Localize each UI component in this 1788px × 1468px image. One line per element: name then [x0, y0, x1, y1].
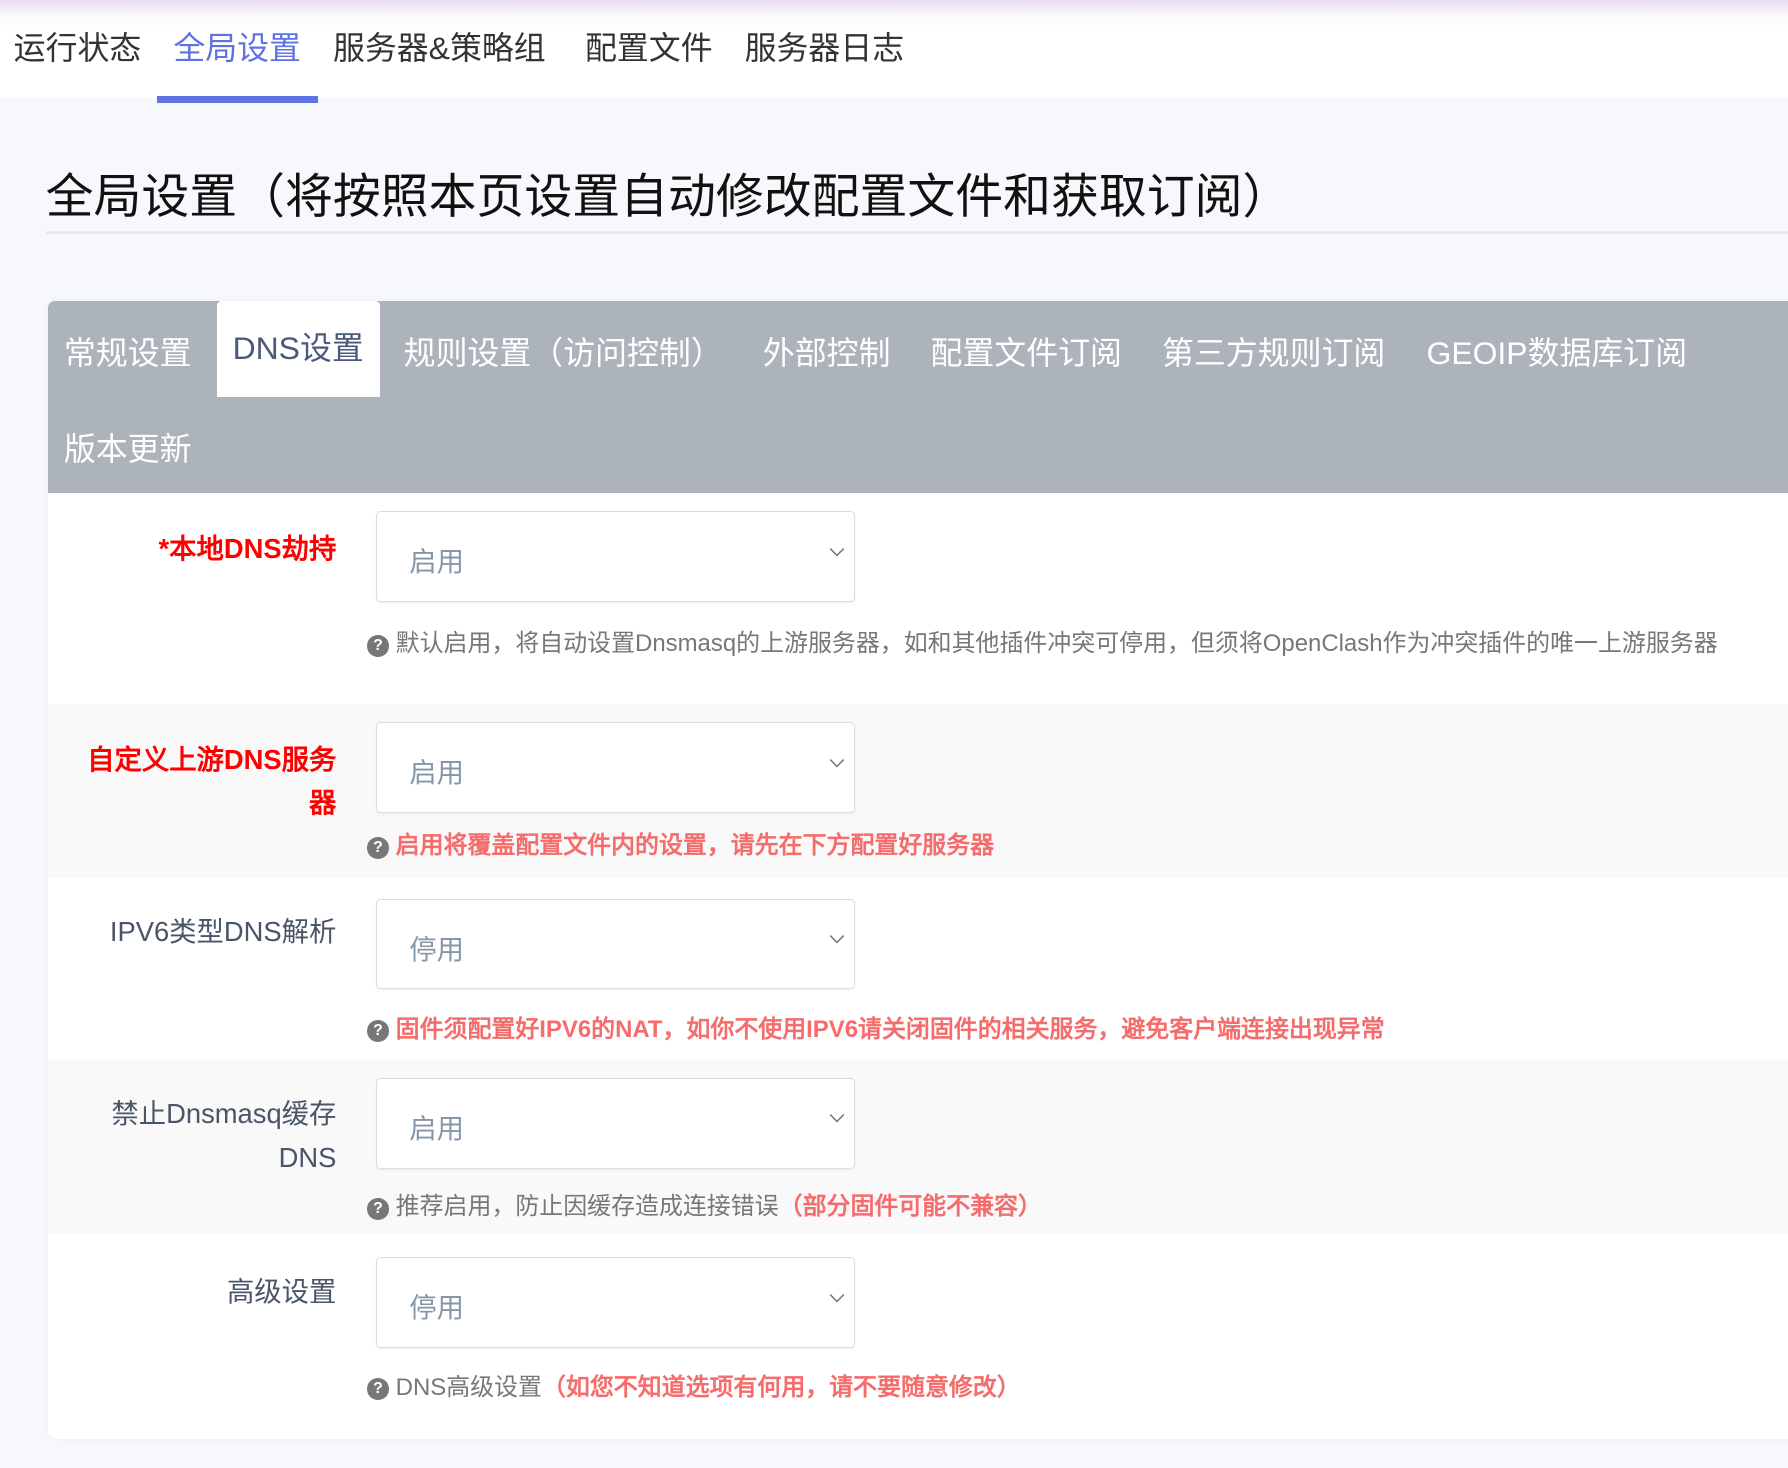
question-icon: ?: [367, 1020, 389, 1043]
question-icon: ?: [367, 635, 389, 657]
setting-row-ipv6-dns: IPV6类型DNS解析 停用 ? 固件须配置好IPV6的NAT，如你不使用IPV6…: [48, 878, 1788, 1060]
question-icon: ?: [367, 1198, 389, 1220]
help-text: ? 推荐启用，防止因缓存造成连接错误（部分固件可能不兼容）: [367, 1190, 1781, 1223]
advanced-settings-select[interactable]: 停用: [376, 1256, 855, 1348]
select-value: 启用: [409, 1112, 464, 1144]
tab-third-party-rules[interactable]: 第三方规则订阅: [1162, 328, 1385, 374]
setting-label: *本地DNS劫持: [158, 532, 337, 564]
setting-row-advanced: 高级设置 停用 ? DNS高级设置（如您不知道选项有何用，请不要随意修改）: [48, 1234, 1788, 1439]
chevron-down-icon: [829, 1114, 845, 1123]
page-title: 全局设置（将按照本页设置自动修改配置文件和获取订阅）: [45, 171, 1291, 225]
help-text-content: 默认启用，将自动设置Dnsmasq的上游服务器，如和其他插件冲突可停用，但须将O…: [395, 630, 1718, 658]
nav-item-status[interactable]: 运行状态: [14, 23, 142, 69]
tab-general[interactable]: 常规设置: [64, 328, 192, 374]
help-text-content: 推荐启用，防止因缓存造成连接错误: [395, 1193, 779, 1221]
help-text: ? 固件须配置好IPV6的NAT，如你不使用IPV6请关闭固件的相关服务，避免客户…: [367, 1013, 1781, 1046]
settings-card: 常规设置 DNS设置 规则设置（访问控制） 外部控制 配置文件订阅 第三方规则订…: [47, 301, 1788, 1440]
help-warning: 固件须配置好IPV6的NAT，如你不使用IPV6请关闭固件的相关服务，避免客户端…: [395, 1015, 1385, 1043]
select-value: 启用: [409, 546, 464, 578]
tab-config-subscription[interactable]: 配置文件订阅: [930, 328, 1121, 374]
tab-version-update[interactable]: 版本更新: [64, 424, 192, 470]
help-warning: （如您不知道选项有何用，请不要随意修改）: [541, 1373, 1021, 1401]
setting-label: 禁止Dnsmasq缓存DNS: [111, 1098, 337, 1173]
chevron-down-icon: [829, 1293, 845, 1302]
help-text: ? DNS高级设置（如您不知道选项有何用，请不要随意修改）: [367, 1371, 1781, 1404]
select-value: 停用: [409, 933, 464, 965]
custom-upstream-dns-select[interactable]: 启用: [376, 721, 855, 813]
setting-row-local-dns-hijack: *本地DNS劫持 启用 ? 默认启用，将自动设置Dnsmasq的上游服务器，如和其…: [48, 493, 1788, 704]
help-warning: 启用将覆盖配置文件内的设置，请先在下方配置好服务器: [395, 831, 995, 859]
select-value: 启用: [409, 757, 464, 789]
select-value: 停用: [409, 1291, 464, 1323]
question-icon: ?: [367, 836, 389, 859]
tab-dns[interactable]: DNS设置: [216, 301, 380, 397]
nav-item-global-settings[interactable]: 全局设置: [173, 23, 301, 69]
setting-label: 高级设置: [226, 1276, 337, 1308]
question-icon: ?: [367, 1378, 389, 1401]
nav-item-servers[interactable]: 服务器&策略组: [333, 23, 546, 69]
setting-label: 自定义上游DNS服务器: [87, 743, 337, 819]
help-warning: （部分固件可能不兼容）: [778, 1193, 1042, 1221]
help-text: ? 启用将覆盖配置文件内的设置，请先在下方配置好服务器: [367, 829, 1781, 862]
help-text-content: DNS高级设置: [395, 1373, 542, 1401]
help-text: ? 默认启用，将自动设置Dnsmasq的上游服务器，如和其他插件冲突可停用，但须将…: [367, 627, 1781, 660]
nav-item-config[interactable]: 配置文件: [585, 23, 713, 69]
setting-row-disable-dnsmasq-cache: 禁止Dnsmasq缓存DNS 启用 ? 推荐启用，防止因缓存造成连接错误（部分固件…: [47, 1060, 1788, 1234]
setting-row-custom-upstream-dns: 自定义上游DNS服务器 启用 ? 启用将覆盖配置文件内的设置，请先在下方配置好服务…: [47, 703, 1788, 878]
disable-dnsmasq-cache-select[interactable]: 启用: [376, 1077, 855, 1169]
tab-bar: 常规设置 DNS设置 规则设置（访问控制） 外部控制 配置文件订阅 第三方规则订…: [47, 301, 1788, 493]
nav-item-logs[interactable]: 服务器日志: [745, 23, 905, 69]
divider: [45, 231, 1788, 234]
nav-active-indicator: [157, 95, 319, 103]
top-nav: 运行状态 全局设置 服务器&策略组 配置文件 服务器日志: [0, 0, 1788, 99]
tab-geoip[interactable]: GEOIP数据库订阅: [1427, 328, 1688, 374]
setting-label: IPV6类型DNS解析: [109, 915, 337, 947]
chevron-down-icon: [829, 935, 845, 944]
tab-rules[interactable]: 规则设置（访问控制）: [404, 328, 723, 374]
local-dns-hijack-select[interactable]: 启用: [376, 510, 855, 602]
ipv6-dns-select[interactable]: 停用: [376, 898, 855, 990]
chevron-down-icon: [829, 758, 845, 768]
chevron-down-icon: [829, 547, 845, 557]
tab-external-control[interactable]: 外部控制: [763, 328, 891, 374]
